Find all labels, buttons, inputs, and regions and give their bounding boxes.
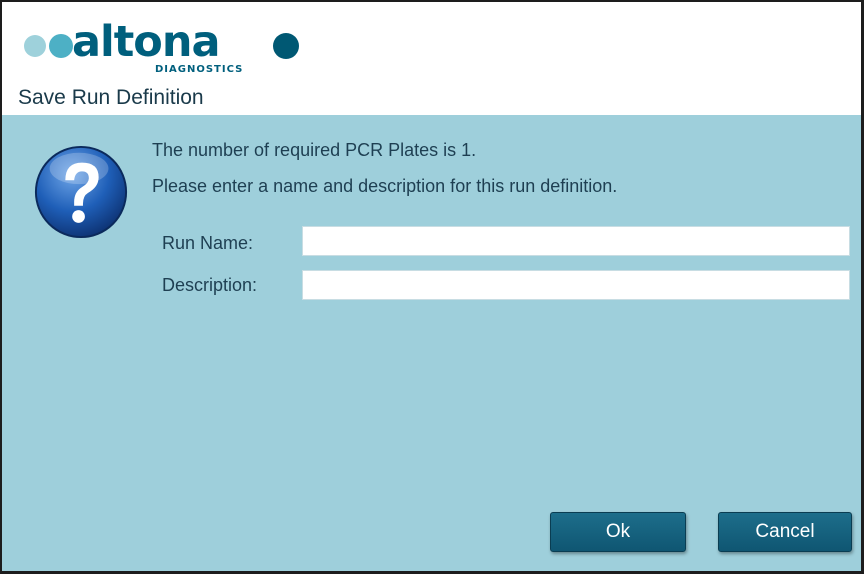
run-name-label: Run Name: <box>162 233 254 253</box>
logo-dot-mid <box>49 34 73 58</box>
dialog-title: Save Run Definition <box>18 86 204 109</box>
logo-brand-text: altona <box>72 17 220 67</box>
dialog-body: The number of required PCR Plates is 1. … <box>2 115 861 571</box>
description-input[interactable] <box>302 270 850 300</box>
altona-logo: altona DIAGNOSTICS <box>22 17 302 84</box>
description-label: Description: <box>162 275 258 295</box>
logo-dot-dark <box>273 33 299 59</box>
logo-subtitle: DIAGNOSTICS <box>155 64 244 75</box>
ok-button[interactable]: Ok <box>550 512 686 552</box>
dialog-header: altona DIAGNOSTICS Save Run Definition <box>2 2 861 115</box>
cancel-button[interactable]: Cancel <box>718 512 852 552</box>
message-plates-count: The number of required PCR Plates is 1. <box>152 140 477 160</box>
run-name-input[interactable] <box>302 226 850 256</box>
message-instruction: Please enter a name and description for … <box>152 176 618 196</box>
question-icon <box>34 145 128 239</box>
logo-dot-light <box>24 35 46 57</box>
save-run-definition-dialog: altona DIAGNOSTICS Save Run Definition T… <box>0 0 864 574</box>
